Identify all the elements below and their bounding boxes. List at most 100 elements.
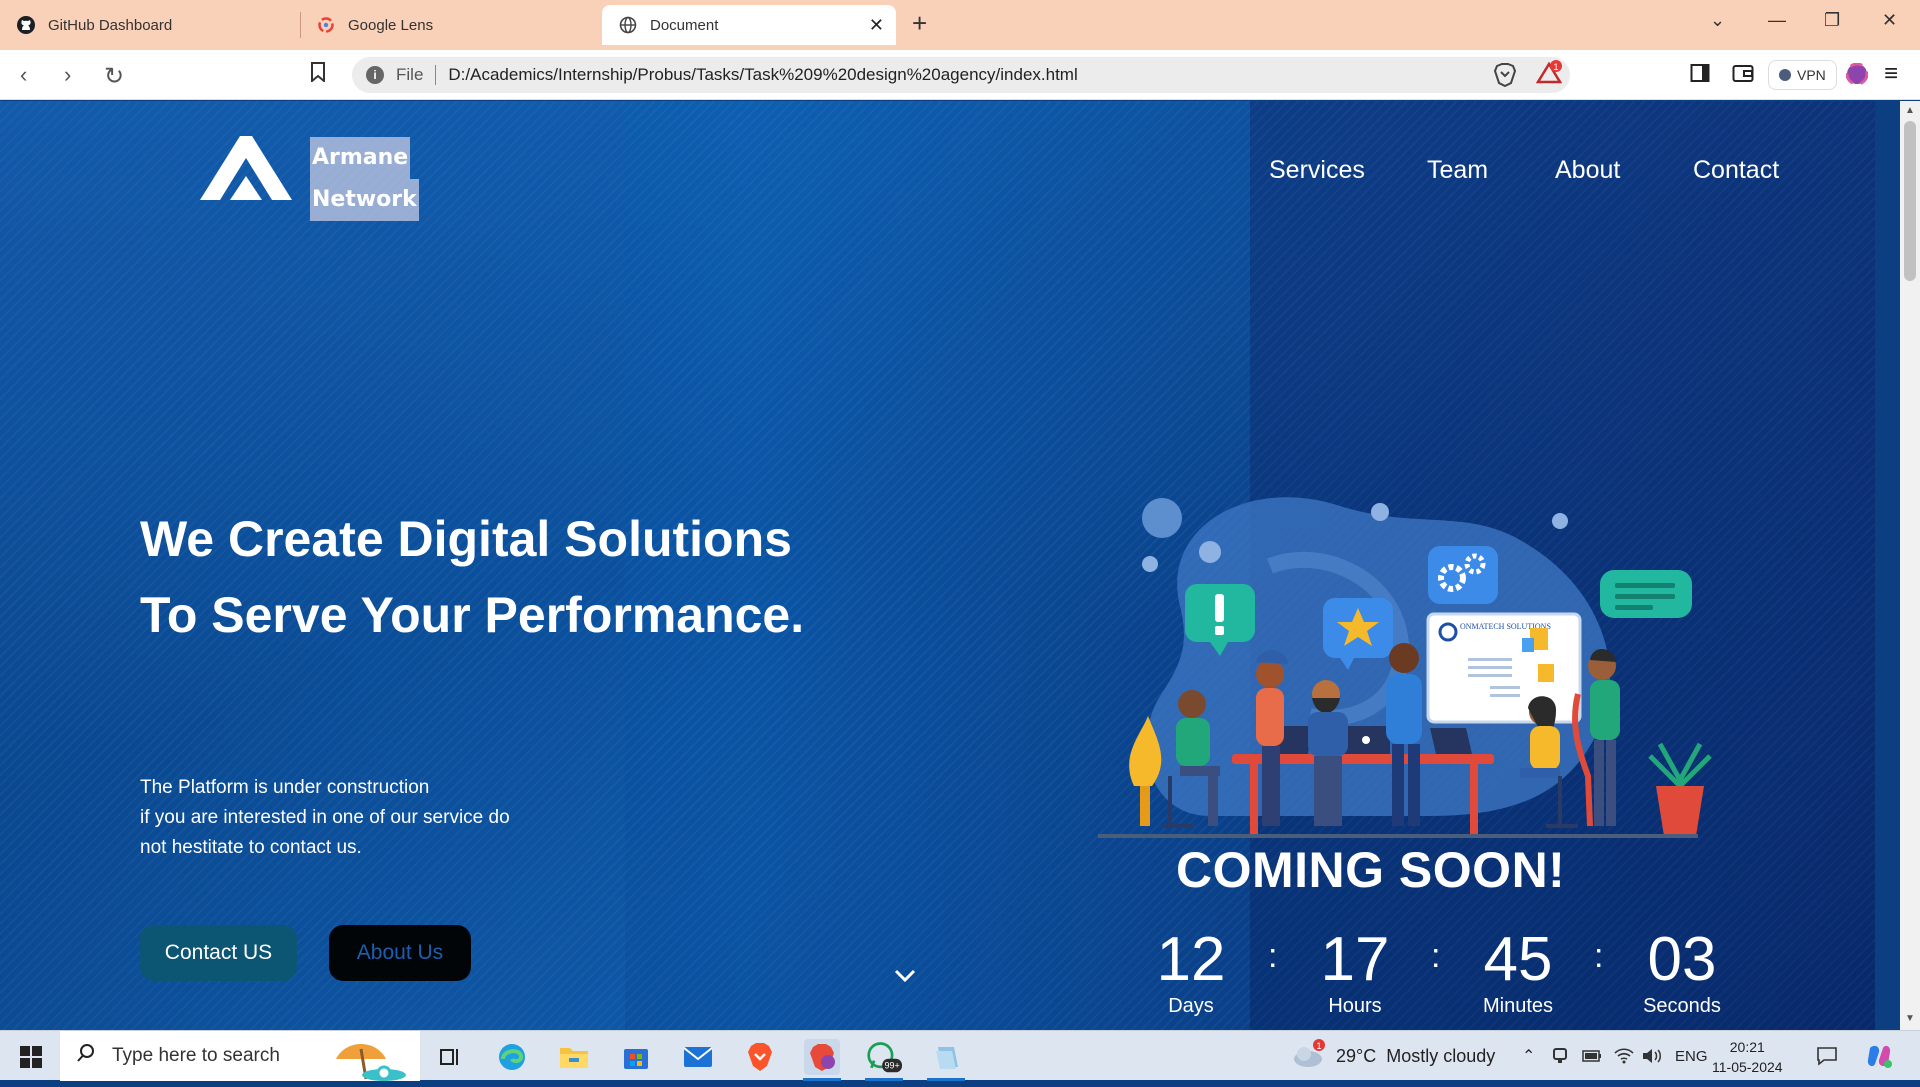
countdown-separator: : <box>1594 937 1604 975</box>
volume-icon[interactable] <box>1642 1031 1662 1081</box>
countdown-days-value: 12 <box>1156 925 1226 994</box>
new-tab-plus-icon[interactable]: + <box>912 10 927 36</box>
reload-icon[interactable]: ↻ <box>104 62 124 91</box>
close-tab-icon[interactable]: ✕ <box>869 15 884 36</box>
restore-icon[interactable]: ❐ <box>1824 10 1840 31</box>
countdown-hours-value: 17 <box>1320 925 1390 994</box>
countdown-days: 12 Days <box>1131 927 1251 1019</box>
profile-avatar-icon[interactable] <box>1845 62 1869 90</box>
show-hidden-icons-chevron-icon[interactable]: ⌃ <box>1522 1031 1535 1081</box>
battery-icon[interactable] <box>1582 1031 1602 1081</box>
hero-description-line-2: if you are interested in one of our serv… <box>140 807 510 828</box>
edge-browser-icon[interactable] <box>494 1039 530 1075</box>
google-lens-icon <box>316 15 336 35</box>
coming-soon-heading: COMING SOON! <box>1176 842 1566 898</box>
countdown-seconds: 03 Seconds <box>1622 927 1742 1019</box>
countdown-seconds-value: 03 <box>1647 925 1717 994</box>
countdown-hours: 17 Hours <box>1295 927 1415 1019</box>
nav-link-team[interactable]: Team <box>1427 156 1488 185</box>
wallet-icon[interactable] <box>1732 63 1754 88</box>
nav-link-about[interactable]: About <box>1555 156 1620 185</box>
address-toolbar: ‹ › ↻ i File D:/Academics/Internship/Pro… <box>0 50 1920 100</box>
url-text[interactable]: D:/Academics/Internship/Probus/Tasks/Tas… <box>448 65 1077 85</box>
countdown-minutes-label: Minutes <box>1482 995 1554 1017</box>
minimize-icon[interactable]: — <box>1768 10 1786 31</box>
hero-description: The Platform is under construction if yo… <box>140 773 510 863</box>
brand-line-1: Armane <box>310 137 411 179</box>
menu-hamburger-icon[interactable]: ≡ <box>1884 60 1898 88</box>
about-us-button[interactable]: About Us <box>329 925 471 981</box>
weather-widget[interactable]: 1 29°C Mostly cloudy <box>1292 1031 1495 1081</box>
countdown-hours-label: Hours <box>1328 995 1382 1017</box>
language-indicator[interactable]: ENG <box>1675 1031 1708 1081</box>
taskbar-clock[interactable]: 20:21 11-05-2024 <box>1712 1037 1783 1077</box>
windows-taskbar: Type here to search 99+ 1 29°C Mostly cl… <box>0 1030 1920 1081</box>
tab-label: Google Lens <box>348 16 434 34</box>
hero-heading-line-1: We Create Digital Solutions <box>140 511 792 567</box>
countdown-seconds-label: Seconds <box>1643 995 1721 1017</box>
notepad-icon[interactable] <box>928 1039 964 1075</box>
scroll-down-arrow-icon[interactable]: ▼ <box>1905 1013 1915 1024</box>
vpn-button[interactable]: VPN <box>1768 60 1837 90</box>
microsoft-store-icon[interactable] <box>618 1039 654 1075</box>
weather-temperature: 29°C <box>1336 1045 1377 1066</box>
whatsapp-icon[interactable]: 99+ <box>866 1039 902 1075</box>
hero-description-line-3: not hestitate to contact us. <box>140 837 362 858</box>
hero-heading: We Create Digital Solutions To Serve You… <box>140 501 804 653</box>
windows-start-icon[interactable] <box>20 1046 42 1073</box>
page-scrollbar[interactable]: ▲ ▼ <box>1900 101 1920 1030</box>
copilot-icon[interactable] <box>1866 1031 1892 1081</box>
close-window-icon[interactable]: ✕ <box>1882 10 1897 31</box>
cloudy-weather-icon: 1 <box>1292 1038 1326 1074</box>
url-divider <box>435 65 437 85</box>
scroll-down-chevron-icon[interactable] <box>893 959 917 991</box>
tab-google-lens[interactable]: Google Lens <box>300 5 600 45</box>
weather-description: Mostly cloudy <box>1386 1045 1496 1066</box>
brand-line-2: Network <box>310 179 419 221</box>
forward-arrow-icon[interactable]: › <box>64 62 71 88</box>
site-info-icon[interactable]: i <box>366 66 384 84</box>
back-arrow-icon[interactable]: ‹ <box>20 62 27 88</box>
bookmark-icon[interactable] <box>310 62 326 88</box>
scroll-up-arrow-icon[interactable]: ▲ <box>1905 105 1915 116</box>
task-view-icon[interactable] <box>432 1039 468 1075</box>
brave-shields-icon[interactable] <box>1493 63 1517 92</box>
github-icon <box>16 15 36 35</box>
globe-icon <box>618 15 638 35</box>
nav-link-services[interactable]: Services <box>1269 156 1365 185</box>
meet-now-icon[interactable] <box>1552 1031 1568 1081</box>
brave-beta-browser-icon[interactable] <box>804 1039 840 1075</box>
countdown-separator: : <box>1431 937 1441 975</box>
browser-tab-bar: GitHub Dashboard Google Lens Document ✕ … <box>0 0 1920 50</box>
countdown-days-label: Days <box>1168 995 1214 1017</box>
url-bar[interactable]: i File D:/Academics/Internship/Probus/Ta… <box>352 57 1570 93</box>
search-highlight-beach-icon <box>316 1035 416 1087</box>
weather-alert-badge: 1 <box>1316 1041 1321 1051</box>
scrollbar-thumb[interactable] <box>1904 121 1916 281</box>
sidebar-toggle-icon[interactable] <box>1690 63 1710 88</box>
tab-search-chevron-icon[interactable]: ⌄ <box>1710 10 1725 31</box>
tab-document[interactable]: Document ✕ <box>602 5 896 45</box>
mail-icon[interactable] <box>680 1039 716 1075</box>
tab-label: Document <box>650 16 719 34</box>
file-explorer-icon[interactable] <box>556 1039 592 1075</box>
countdown-minutes: 45 Minutes <box>1458 927 1578 1019</box>
vpn-label: VPN <box>1797 67 1826 83</box>
brand-name[interactable]: Armane Network <box>310 137 419 221</box>
rewards-badge: 1 <box>1553 62 1558 72</box>
hero-heading-line-2: To Serve Your Performance. <box>140 587 805 643</box>
taskbar-search-box[interactable]: Type here to search <box>60 1031 420 1081</box>
search-placeholder: Type here to search <box>112 1045 280 1066</box>
wifi-icon[interactable] <box>1614 1031 1634 1081</box>
landing-page: Armane Network Services Team About Conta… <box>0 101 1875 1030</box>
tab-label: GitHub Dashboard <box>48 16 173 34</box>
contact-us-button[interactable]: Contact US <box>140 925 297 981</box>
tab-github-dashboard[interactable]: GitHub Dashboard <box>0 5 300 45</box>
url-scheme-label: File <box>396 65 424 84</box>
hero-description-line-1: The Platform is under construction <box>140 777 430 798</box>
notification-center-icon[interactable] <box>1816 1031 1838 1081</box>
brave-rewards-icon[interactable]: 1 <box>1535 60 1563 91</box>
brave-browser-icon[interactable] <box>742 1039 778 1075</box>
nav-link-contact[interactable]: Contact <box>1693 156 1779 185</box>
brand-logo-icon[interactable] <box>200 136 292 205</box>
